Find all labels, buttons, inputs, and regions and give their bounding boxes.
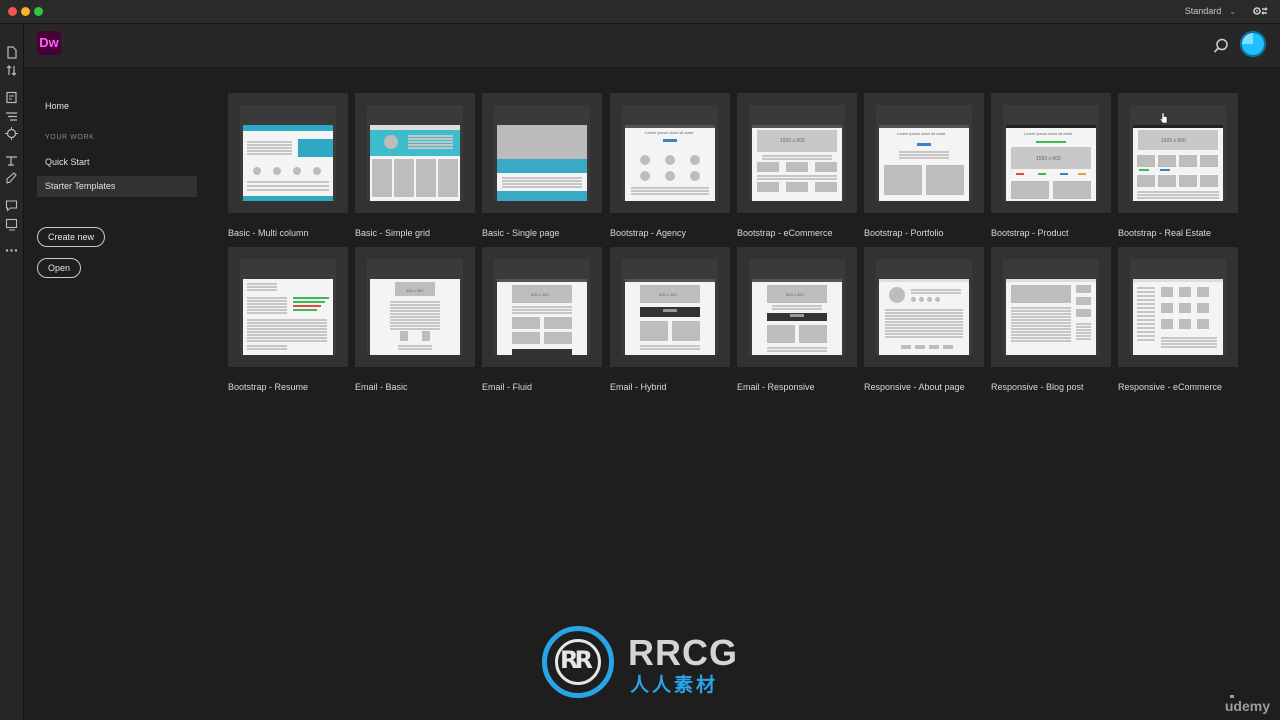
thumb-text: Lorem ipsum dolor sit amet [1024,131,1073,136]
thumb-text: Lorem ipsum dolor sit amet [897,131,946,136]
watermark: RR RRCG 人人素材 [540,626,750,702]
template-label: Email - Hybrid [610,382,667,392]
watermark-logo: RR [542,626,614,698]
dreamweaver-logo: Dw [37,31,61,55]
template-label: Bootstrap - Agency [610,228,687,238]
thumbnail-page-preview: 600 x 300 [752,279,842,355]
template-label: Responsive - eCommerce [1118,382,1223,392]
sidebar-item-starter-templates[interactable]: Starter Templates [37,176,197,197]
template-thumbnail[interactable] [1118,247,1238,367]
thumbnail-page-preview [879,279,969,355]
template-thumbnail[interactable] [991,247,1111,367]
watermark-title: RRCG [628,632,738,673]
assets-icon[interactable] [5,218,18,231]
template-thumbnail[interactable] [482,93,602,213]
template-label: Bootstrap - Portfolio [864,228,944,238]
create-new-button[interactable]: Create new [37,227,106,247]
chevron-down-icon: ⌄ [1229,7,1236,16]
template-thumbnail[interactable]: 1920 x 500 [737,93,857,213]
template-label: Basic - Simple grid [355,228,431,238]
thumbnail-page-preview: 600 x 300 [625,279,715,355]
template-label: Bootstrap - Product [991,228,1069,238]
avatar[interactable] [1240,31,1266,57]
watermark-subtitle: 人人素材 [630,675,719,696]
thumb-text: 1550 x 600 [1036,156,1061,162]
app-header: Dw [24,24,1280,68]
template-thumbnail[interactable]: Lorem ipsum dolor sit amet [864,93,984,213]
template-label: Bootstrap - Real Estate [1118,228,1212,238]
udemy-badge: udemy [1224,698,1270,714]
sidebar-section-title: YOUR WORK [45,134,95,141]
more-tools-icon[interactable] [5,244,18,257]
template-label: Responsive - About page [864,382,965,392]
snippets-icon[interactable] [5,154,18,167]
template-label: Responsive - Blog post [991,382,1084,392]
window-close-button[interactable] [8,7,17,16]
thumbnail-page-preview [370,125,460,201]
hand-cursor-icon [1159,112,1168,124]
template-label: Bootstrap - Resume [228,382,309,392]
thumb-text: Lorem ipsum dolor sit amet [645,130,694,135]
thumbnail-page-preview [1006,279,1096,355]
brush-icon[interactable] [5,172,18,185]
thumbnail-page-preview [243,279,333,355]
workspace-switcher[interactable]: Standard ⌄ [1185,6,1236,16]
thumb-text: 600 x 300 [786,292,804,297]
thumbnail-page-preview: Lorem ipsum dolor sit amet 1550 x 600 [1006,125,1096,201]
thumb-text: 1920 x 500 [780,138,805,144]
dom-panel-icon[interactable] [5,110,18,123]
target-icon[interactable] [5,127,18,140]
sidebar-item-home[interactable]: Home [37,96,197,117]
template-thumbnail[interactable] [355,93,475,213]
template-label: Basic - Single page [482,228,560,238]
thumbnail-page-preview [497,125,587,201]
template-label: Email - Responsive [737,382,815,392]
template-thumbnail[interactable] [864,247,984,367]
thumbnail-page-preview: 1920 x 500 [752,125,842,201]
new-file-icon[interactable] [5,46,18,59]
tool-strip [0,24,24,720]
template-thumbnail[interactable]: 600 x 300 [482,247,602,367]
template-thumbnail[interactable] [228,93,348,213]
sidebar-item-quick-start[interactable]: Quick Start [37,152,197,173]
template-thumbnail[interactable] [228,247,348,367]
search-icon[interactable] [1212,37,1230,55]
home-sidebar: Home YOUR WORK Quick Start Starter Templ… [24,68,204,720]
thumbnail-page-preview [243,125,333,201]
thumbnail-page-preview [1133,279,1223,355]
sync-settings-icon[interactable] [1252,4,1268,18]
template-thumbnail[interactable]: 1920 x 500 [1118,93,1238,213]
template-thumbnail[interactable]: Lorem ipsum dolor sit amet 1550 x 600 [991,93,1111,213]
file-transfer-icon[interactable] [5,64,18,77]
template-label: Email - Fluid [482,382,533,392]
comment-icon[interactable] [5,199,18,212]
thumb-text: 600 x 300 [659,292,677,297]
thumbnail-page-preview: Lorem ipsum dolor sit amet [625,125,715,201]
files-panel-icon[interactable] [5,91,18,104]
thumbnail-page-preview: 600 x 300 [370,279,460,355]
thumb-text: 600 x 300 [406,288,424,293]
template-thumbnail[interactable]: 600 x 300 [355,247,475,367]
template-thumbnail[interactable]: Lorem ipsum dolor sit amet [610,93,730,213]
template-label: Bootstrap - eCommerce [737,228,833,238]
window-minimize-button[interactable] [21,7,30,16]
template-thumbnail[interactable]: 600 x 300 [737,247,857,367]
thumbnail-page-preview: 600 x 300 [497,279,587,355]
window-title-bar: Standard ⌄ [0,0,1280,24]
template-label: Basic - Multi column [228,228,309,238]
template-label: Email - Basic [355,382,408,392]
thumbnail-page-preview: 1920 x 500 [1133,125,1223,201]
thumb-text: 1920 x 500 [1161,138,1186,144]
workspace-label: Standard [1184,6,1222,16]
template-thumbnail[interactable]: 600 x 300 [610,247,730,367]
thumbnail-page-preview: Lorem ipsum dolor sit amet [879,125,969,201]
window-maximize-button[interactable] [34,7,43,16]
open-button[interactable]: Open [37,258,82,278]
thumb-text: 600 x 300 [531,292,549,297]
